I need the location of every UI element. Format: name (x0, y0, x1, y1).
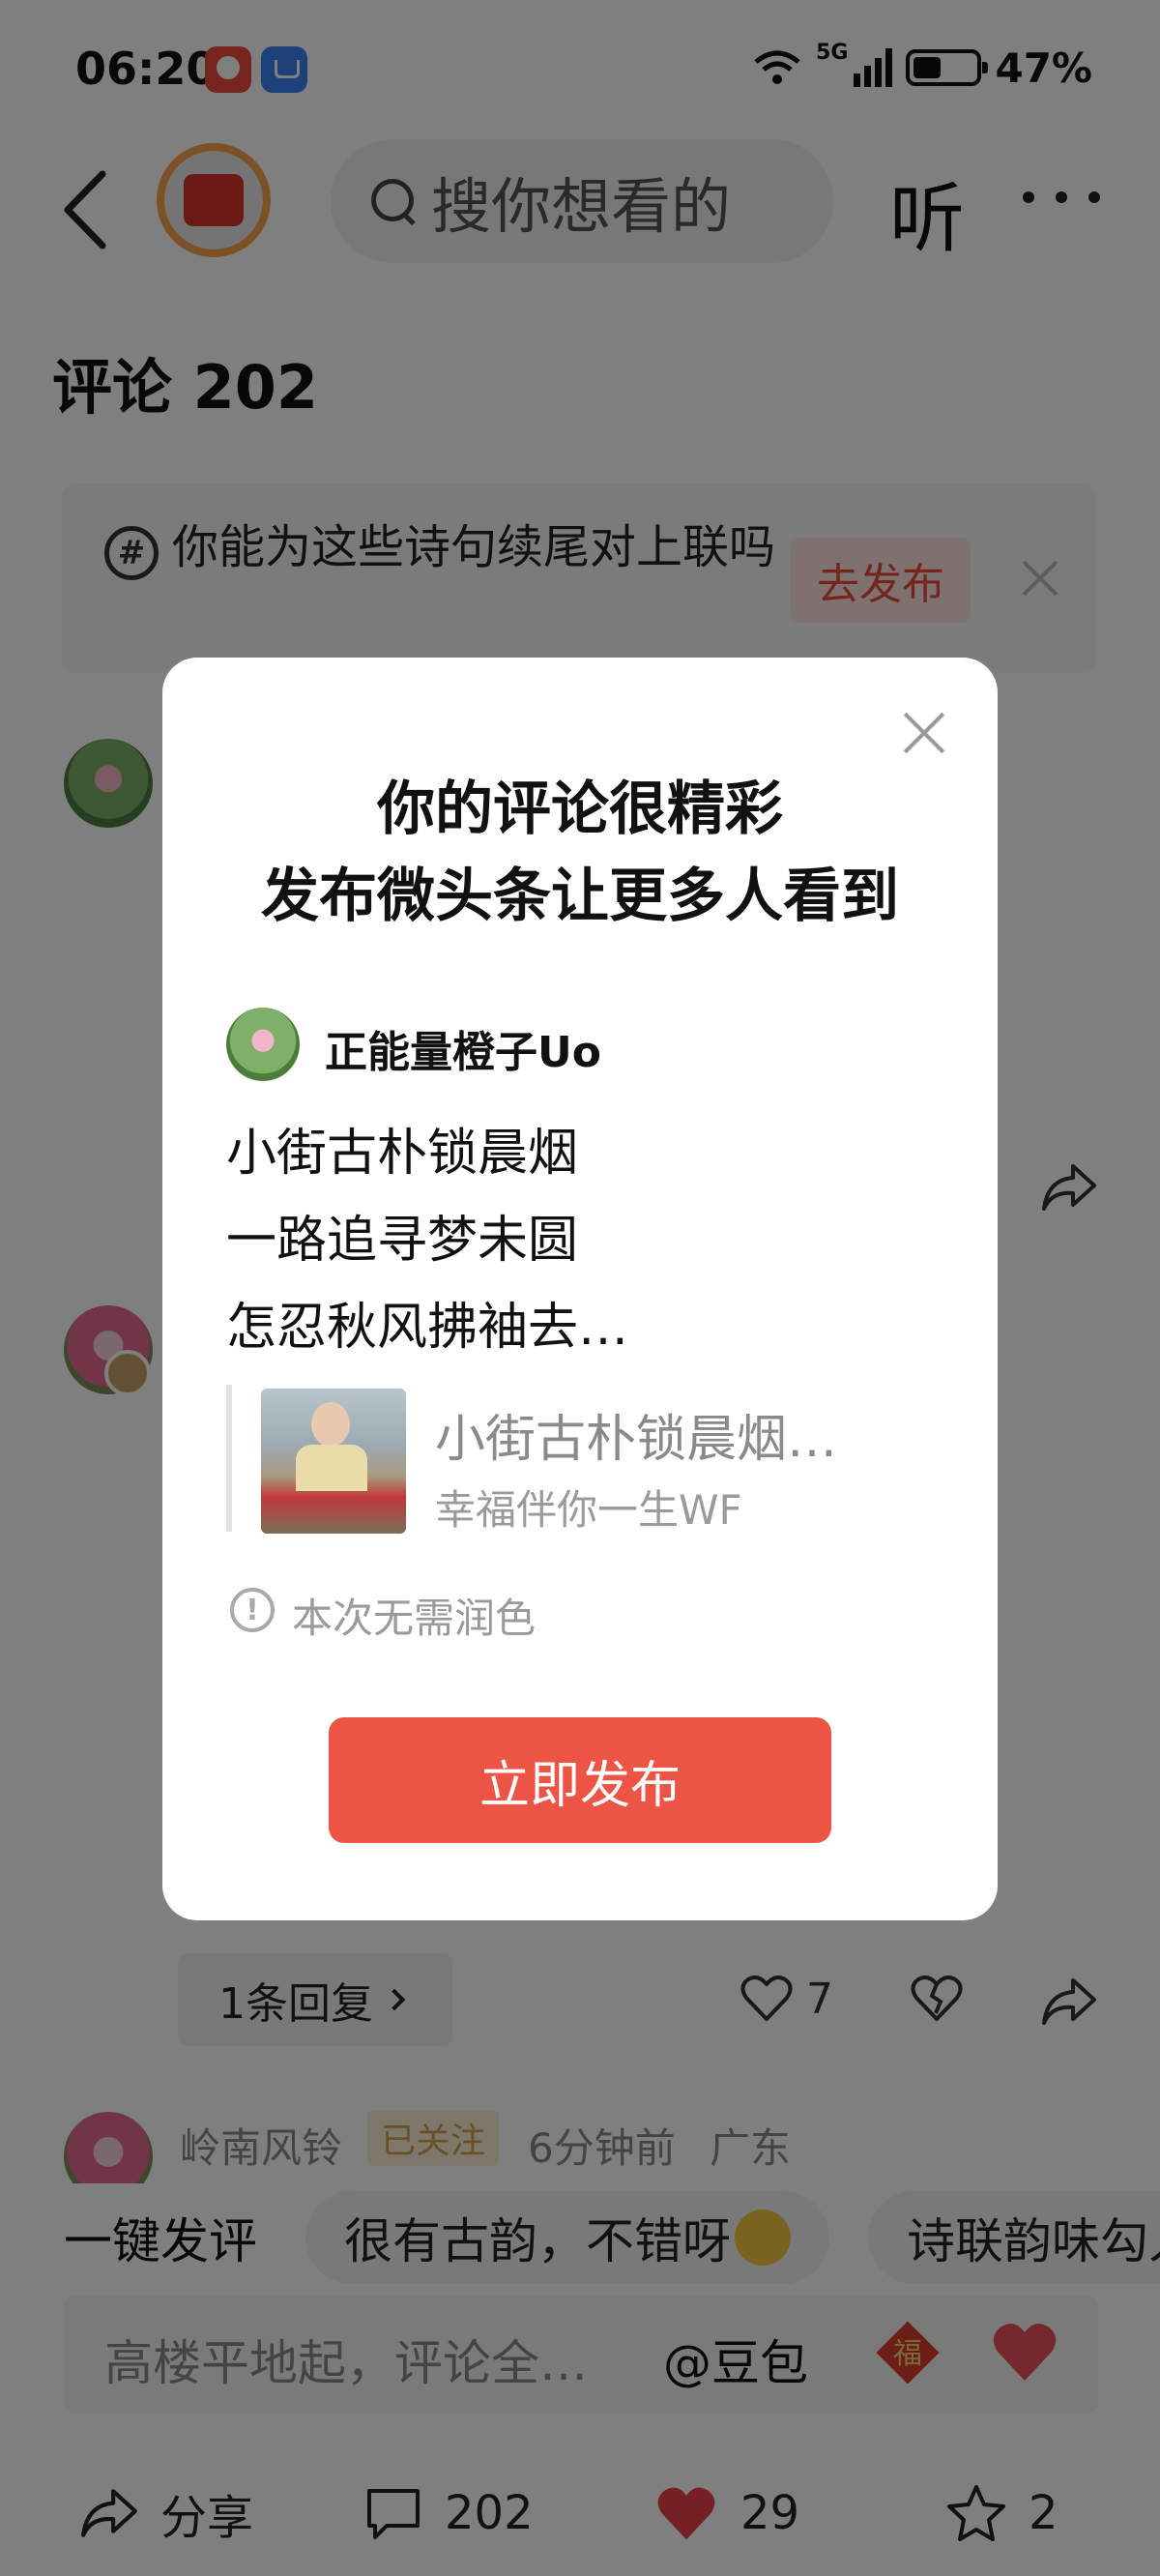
comment-line: 一路追寻梦未圆 (226, 1212, 579, 1270)
user-avatar (226, 1008, 300, 1081)
quoted-author: 幸福伴你一生WF (435, 1486, 742, 1534)
article-thumbnail (261, 1389, 406, 1534)
comment-line: 怎忍秋风拂袖去… (226, 1299, 629, 1357)
publish-now-button[interactable]: 立即发布 (329, 1717, 831, 1843)
polish-notice: 本次无需润色 (292, 1595, 536, 1642)
quoted-article: 小街古朴锁晨烟… 幸福伴你一生WF (226, 1385, 903, 1534)
close-icon[interactable] (901, 710, 947, 756)
info-icon: ! (230, 1588, 275, 1632)
comment-line: 小街古朴锁晨烟 (226, 1125, 579, 1183)
publish-suggestion-dialog: 你的评论很精彩 发布微头条让更多人看到 正能量橙子Uo 小街古朴锁晨烟 一路追寻… (162, 658, 998, 1920)
dialog-subtitle: 发布微头条让更多人看到 (261, 863, 899, 930)
username: 正能量橙子Uo (325, 1028, 601, 1077)
quoted-title: 小街古朴锁晨烟… (435, 1411, 838, 1469)
dialog-title: 你的评论很精彩 (377, 776, 783, 843)
